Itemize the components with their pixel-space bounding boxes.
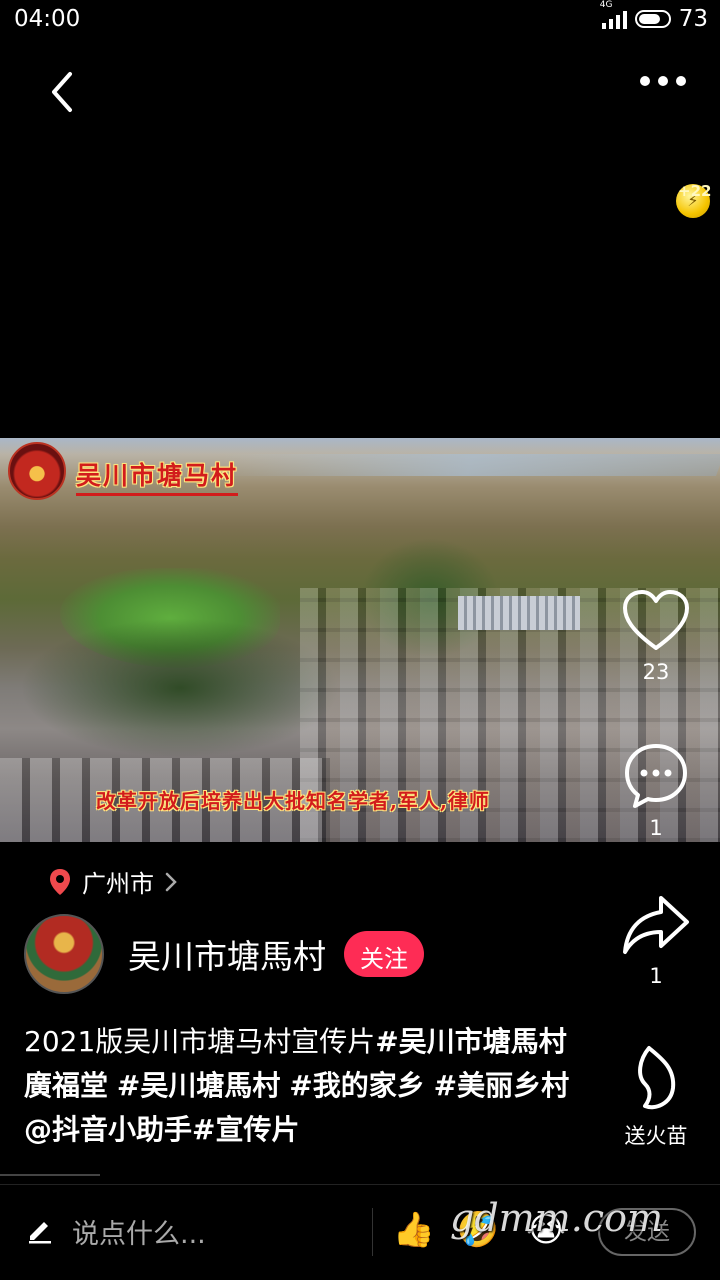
video-logo [8,442,66,500]
progress-bar[interactable] [0,1174,100,1176]
video-overlay-title: 吴川市塘马村 [76,456,239,496]
battery-icon [634,10,671,28]
status-icons: 4G 73 [600,0,708,32]
signal-icon: 4G [600,0,627,29]
hashtag[interactable]: #我的家乡 [289,1069,424,1102]
hashtag[interactable]: #美丽乡村 [434,1069,569,1102]
more-dots-icon [640,76,650,86]
chevron-right-icon [165,872,177,891]
chevron-left-icon [52,72,72,112]
like-button[interactable]: 23 [620,588,692,684]
hashtag[interactable]: #吴川塘馬村 [117,1069,280,1102]
send-fire-button[interactable]: 送火苗 [614,1044,698,1150]
fire-label: 送火苗 [624,1124,688,1148]
top-bar [0,60,720,120]
video-caption: 改革开放后培养出大批知名学者,军人,律师 [96,789,490,813]
comment-count: 1 [649,816,663,840]
location-pin-icon [50,868,70,895]
fire-sprout-icon [638,1046,676,1110]
battery-level: 73 [678,6,708,32]
watermark: gdmm.com [450,1196,663,1240]
status-bar: 04:00 4G 73 [0,0,720,40]
coin-value: +22 [678,182,712,200]
description-text: 2021版吴川市塘马村宣传片 [24,1025,376,1058]
pencil-icon [29,1222,51,1244]
follow-button[interactable]: 关注 [344,931,424,977]
location-tag[interactable]: 广州市 [48,864,178,899]
share-button[interactable]: 1 [620,892,692,988]
location-label: 广州市 [82,870,154,898]
share-count: 1 [649,964,663,988]
video-player[interactable]: 吴川市塘马村 改革开放后培养出大批知名学者,军人,律师 [0,438,720,842]
hashtag[interactable]: #宣传片 [192,1113,299,1146]
divider [0,1184,720,1185]
mention[interactable]: @抖音小助手 [24,1113,192,1146]
like-count: 23 [642,660,670,684]
heart-icon [623,590,689,650]
back-button[interactable] [44,66,84,116]
more-button[interactable] [640,76,686,86]
status-time: 04:00 [14,6,81,32]
network-type: 4G [599,0,613,10]
thumbs-up-emoji-icon[interactable]: 👍 [392,1210,436,1250]
share-arrow-icon [623,896,689,954]
avatar[interactable] [24,914,104,994]
author-name[interactable]: 吴川市塘馬村 [128,930,326,978]
comment-button[interactable]: 1 [620,740,692,840]
video-description: 2021版吴川市塘马村宣传片#吴川市塘馬村廣福堂 #吴川塘馬村 #我的家乡 #美… [24,1020,584,1152]
divider [372,1208,373,1256]
comment-bubble-icon [625,744,687,808]
comment-input[interactable]: 说点什么... [72,1212,206,1251]
author-row: 吴川市塘馬村 关注 [24,914,424,994]
